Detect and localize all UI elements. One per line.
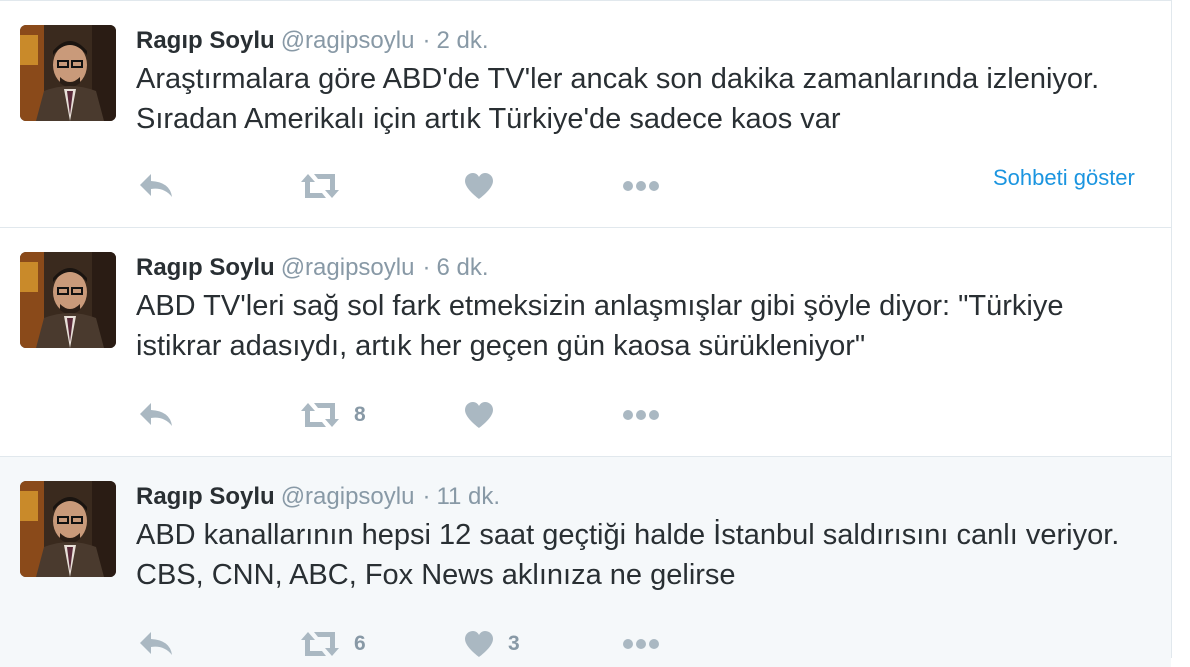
like-button[interactable]: 3 (464, 627, 520, 661)
tweet[interactable]: Ragıp Soylu @ragipsoylu · 6 dk. ABD TV'leri… (0, 228, 1171, 457)
retweet-count: 6 (354, 632, 366, 655)
tweet-header: Ragıp Soylu @ragipsoylu · 2 dk. (136, 25, 488, 57)
retweet-button[interactable]: 8 (300, 398, 366, 432)
avatar[interactable] (20, 481, 116, 577)
author-name[interactable]: Ragıp Soylu (136, 254, 275, 281)
show-conversation-link[interactable]: Sohbeti göster (993, 163, 1135, 193)
retweet-button[interactable] (300, 169, 354, 203)
retweet-button[interactable]: 6 (300, 627, 366, 661)
reply-button[interactable] (138, 398, 174, 432)
retweet-icon (301, 632, 339, 656)
timestamp[interactable]: 11 dk. (436, 483, 500, 510)
timestamp[interactable]: 2 dk. (436, 27, 488, 54)
reply-icon (140, 632, 172, 655)
more-icon (623, 410, 659, 420)
like-button[interactable] (464, 169, 508, 203)
author-name[interactable]: Ragıp Soylu (136, 27, 275, 54)
more-button[interactable] (622, 627, 660, 661)
avatar-image (20, 25, 116, 121)
tweet-header: Ragıp Soylu @ragipsoylu · 6 dk. (136, 252, 488, 284)
heart-icon (465, 173, 493, 199)
more-button[interactable] (622, 169, 660, 203)
separator: · (422, 27, 431, 54)
timeline: Ragıp Soylu @ragipsoylu · 2 dk. Araştırmala… (0, 0, 1172, 667)
avatar-image (20, 481, 116, 577)
tweet[interactable]: Ragıp Soylu @ragipsoylu · 2 dk. Araştırmala… (0, 0, 1171, 228)
author-handle[interactable]: @ragipsoylu (281, 483, 415, 510)
like-count: 3 (508, 632, 520, 655)
tweet-text: ABD TV'leri sağ sol fark etmeksizin anla… (136, 290, 1064, 362)
retweet-icon (301, 403, 339, 427)
heart-icon (465, 631, 493, 657)
tweet-text: ABD kanallarının hepsi 12 saat geçtiği h… (136, 519, 1120, 591)
avatar[interactable] (20, 25, 116, 121)
avatar-image (20, 252, 116, 348)
separator: · (422, 483, 431, 510)
timestamp[interactable]: 6 dk. (436, 254, 488, 281)
tweet-text: Araştırmalara göre ABD'de TV'ler ancak s… (136, 63, 1100, 135)
reply-icon (140, 403, 172, 426)
tweet-header: Ragıp Soylu @ragipsoylu · 11 dk. (136, 481, 500, 513)
retweet-icon (301, 174, 339, 198)
reply-icon (140, 174, 172, 197)
reply-button[interactable] (138, 169, 174, 203)
author-name[interactable]: Ragıp Soylu (136, 483, 275, 510)
more-icon (623, 181, 659, 191)
author-handle[interactable]: @ragipsoylu (281, 27, 415, 54)
reply-button[interactable] (138, 627, 174, 661)
more-button[interactable] (622, 398, 660, 432)
like-button[interactable] (464, 398, 508, 432)
more-icon (623, 639, 659, 649)
author-handle[interactable]: @ragipsoylu (281, 254, 415, 281)
heart-icon (465, 402, 493, 428)
separator: · (422, 254, 431, 281)
tweet[interactable]: Ragıp Soylu @ragipsoylu · 11 dk. ABD kanall… (0, 457, 1171, 667)
avatar[interactable] (20, 252, 116, 348)
retweet-count: 8 (354, 403, 366, 426)
